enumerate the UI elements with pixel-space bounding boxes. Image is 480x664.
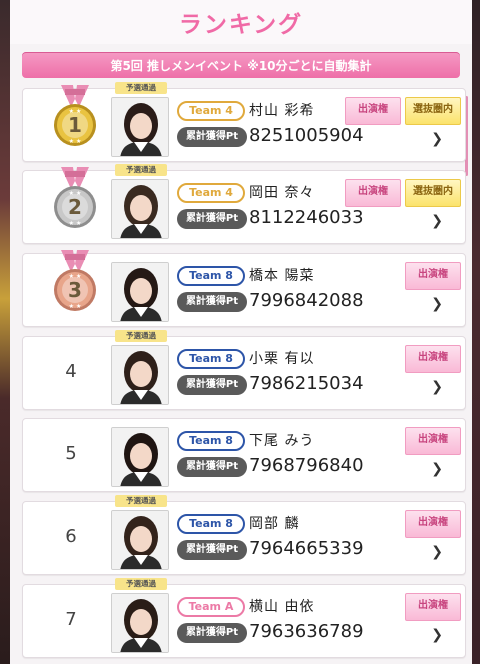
chevron-right-icon[interactable]: ❯ xyxy=(431,461,443,477)
ranking-row[interactable]: 2 ★ ★ ★ ★ 予選通過 Team 4 岡田 奈々 累計獲得Pt 8112246033 出演… xyxy=(22,164,466,244)
header: ランキング xyxy=(10,0,472,44)
team-badge: Team 8 xyxy=(177,266,245,286)
qualified-tag: 予選通過 xyxy=(115,495,167,507)
svg-text:★ ★: ★ ★ xyxy=(69,303,82,310)
selection-badge: 選抜圏内 xyxy=(405,97,461,125)
points-value: 7964665339 xyxy=(249,538,364,559)
appearance-badge: 出演権 xyxy=(405,345,461,373)
points-label: 累計獲得Pt xyxy=(177,127,247,147)
svg-text:2: 2 xyxy=(68,195,82,219)
team-badge: Team A xyxy=(177,597,245,617)
appearance-badge: 出演権 xyxy=(405,593,461,621)
appearance-badge: 出演権 xyxy=(345,97,401,125)
member-photo xyxy=(111,510,169,570)
member-name: 橋本 陽菜 xyxy=(249,268,315,284)
chevron-right-icon[interactable]: ❯ xyxy=(431,627,443,643)
silver-medal-icon: 2 ★ ★ ★ ★ xyxy=(49,167,101,231)
points-label: 累計獲得Pt xyxy=(177,457,247,477)
qualified-tag: 予選通過 xyxy=(115,82,167,94)
points-label: 累計獲得Pt xyxy=(177,292,247,312)
member-name: 横山 由依 xyxy=(249,599,315,615)
appearance-badge: 出演権 xyxy=(405,510,461,538)
points-value: 8112246033 xyxy=(249,207,364,228)
ranking-row[interactable]: 4 予選通過 Team 8 小栗 有以 累計獲得Pt 7986215034 出演権 ❯ xyxy=(22,330,466,410)
team-badge: Team 8 xyxy=(177,514,245,534)
qualified-tag: 予選通過 xyxy=(115,330,167,342)
background-left xyxy=(0,0,10,664)
chevron-right-icon[interactable]: ❯ xyxy=(431,131,443,147)
team-badge: Team 8 xyxy=(177,431,245,451)
member-name: 岡部 麟 xyxy=(249,516,300,532)
team-badge: Team 4 xyxy=(177,101,245,121)
svg-text:3: 3 xyxy=(68,278,82,302)
ranking-panel: ランキング 第5回 推しメンイベント ※10分ごとに自動集計 1 ★ ★ ★ ★ 予選… xyxy=(10,0,472,664)
rank-number: 6 xyxy=(65,526,77,547)
member-photo xyxy=(111,427,169,487)
points-value: 8251005904 xyxy=(249,125,364,146)
appearance-badge: 出演権 xyxy=(405,262,461,290)
member-photo xyxy=(111,593,169,653)
gold-medal-icon: 1 ★ ★ ★ ★ xyxy=(49,85,101,149)
points-label: 累計獲得Pt xyxy=(177,623,247,643)
rank-number: 4 xyxy=(65,361,77,382)
appearance-badge: 出演権 xyxy=(345,179,401,207)
member-name: 岡田 奈々 xyxy=(249,185,315,201)
page-title: ランキング xyxy=(178,12,304,38)
rank-number: 5 xyxy=(65,443,77,464)
svg-text:1: 1 xyxy=(68,113,82,137)
ranking-row[interactable]: 6 予選通過 Team 8 岡部 麟累計獲得Pt 7964665339 出演権 ❯ xyxy=(22,495,466,575)
team-badge: Team 4 xyxy=(177,183,245,203)
svg-text:★ ★: ★ ★ xyxy=(69,220,82,227)
svg-text:★ ★: ★ ★ xyxy=(69,108,82,115)
svg-text:★ ★: ★ ★ xyxy=(69,138,82,145)
member-photo xyxy=(111,345,169,405)
points-label: 累計獲得Pt xyxy=(177,540,247,560)
svg-text:★ ★: ★ ★ xyxy=(69,190,82,197)
bronze-medal-icon: 3 ★ ★ ★ ★ xyxy=(49,250,101,314)
chevron-right-icon[interactable]: ❯ xyxy=(431,213,443,229)
rank-number: 7 xyxy=(65,609,77,630)
qualified-tag: 予選通過 xyxy=(115,164,167,176)
member-name: 村山 彩希 xyxy=(249,103,315,119)
selection-badge: 選抜圏内 xyxy=(405,179,461,207)
chevron-right-icon[interactable]: ❯ xyxy=(431,379,443,395)
event-banner: 第5回 推しメンイベント ※10分ごとに自動集計 xyxy=(22,52,460,78)
qualified-tag: 予選通過 xyxy=(115,578,167,590)
points-value: 7968796840 xyxy=(249,455,364,476)
team-badge: Team 8 xyxy=(177,349,245,369)
points-label: 累計獲得Pt xyxy=(177,375,247,395)
svg-text:★ ★: ★ ★ xyxy=(69,273,82,280)
ranking-row[interactable]: 7 予選通過 Team A 横山 由依 累計獲得Pt 7963636789 出演権 ❯ xyxy=(22,578,466,658)
ranking-row[interactable]: 5 Team 8 下尾 みう 累計獲得Pt 7968796840 出演権 ❯ xyxy=(22,418,466,492)
points-value: 7986215034 xyxy=(249,373,364,394)
chevron-right-icon[interactable]: ❯ xyxy=(431,544,443,560)
points-value: 7996842088 xyxy=(249,290,364,311)
chevron-right-icon[interactable]: ❯ xyxy=(431,296,443,312)
appearance-badge: 出演権 xyxy=(405,427,461,455)
member-name: 小栗 有以 xyxy=(249,351,315,367)
member-photo xyxy=(111,262,169,322)
member-photo xyxy=(111,179,169,239)
member-photo xyxy=(111,97,169,157)
points-label: 累計獲得Pt xyxy=(177,209,247,229)
ranking-row[interactable]: 3 ★ ★ ★ ★ Team 8 橋本 陽菜 累計獲得Pt 7996842088 出演権 ❯ xyxy=(22,250,466,327)
points-value: 7963636789 xyxy=(249,621,364,642)
ranking-row[interactable]: 1 ★ ★ ★ ★ 予選通過 Team 4 村山 彩希 累計獲得Pt 8251005904 出演… xyxy=(22,82,466,162)
member-name: 下尾 みう xyxy=(249,433,315,449)
